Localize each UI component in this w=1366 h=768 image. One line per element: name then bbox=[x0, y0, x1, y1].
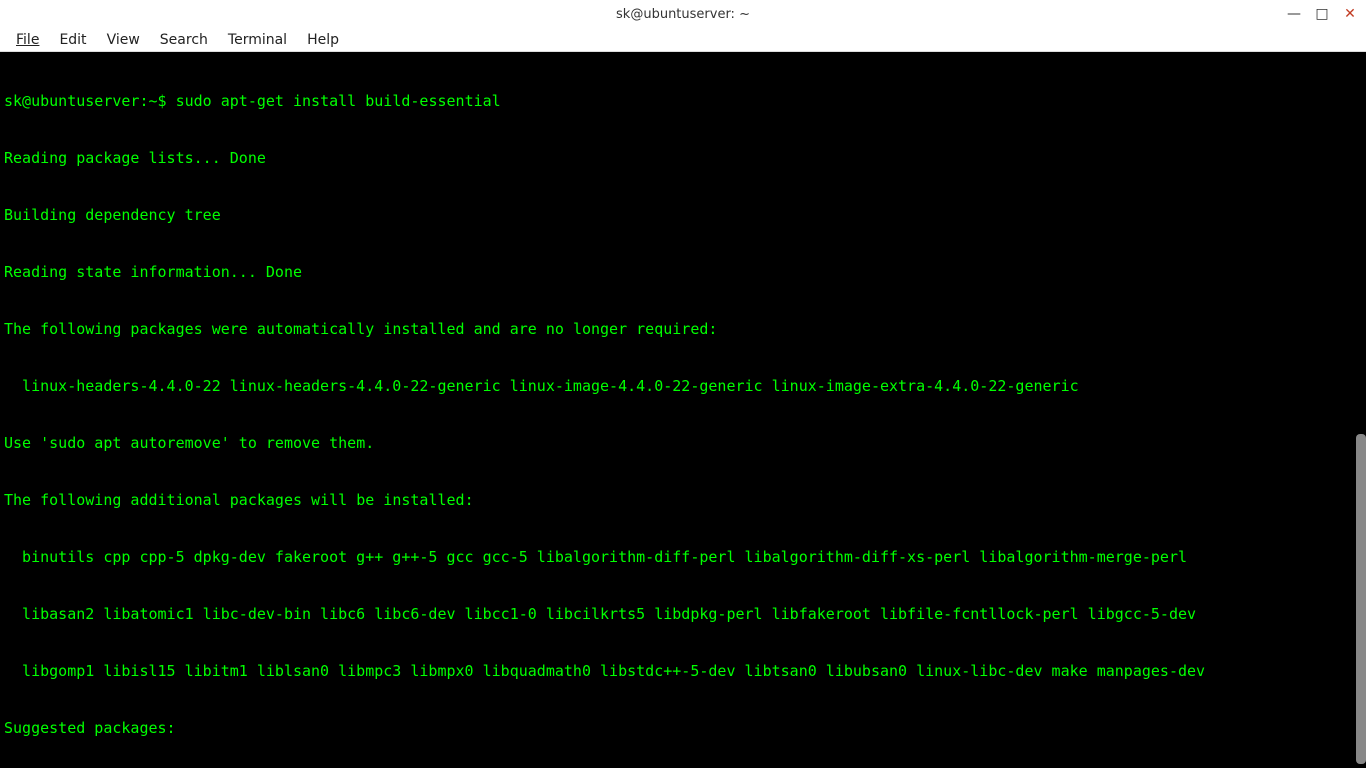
window-controls: — □ ✕ bbox=[1286, 0, 1358, 28]
close-icon[interactable]: ✕ bbox=[1342, 6, 1358, 22]
output-line: The following additional packages will b… bbox=[4, 491, 1362, 510]
prompt: sk@ubuntuserver:~$ bbox=[4, 92, 176, 110]
menu-search[interactable]: Search bbox=[152, 30, 216, 50]
titlebar: sk@ubuntuserver: ~ — □ ✕ bbox=[0, 0, 1366, 28]
terminal-view[interactable]: sk@ubuntuserver:~$ sudo apt-get install … bbox=[0, 52, 1366, 768]
scrollbar[interactable] bbox=[1352, 52, 1366, 768]
output-line: Suggested packages: bbox=[4, 719, 1362, 738]
prompt-line: sk@ubuntuserver:~$ sudo apt-get install … bbox=[4, 92, 1362, 111]
output-line: Reading state information... Done bbox=[4, 263, 1362, 282]
menu-file[interactable]: File bbox=[8, 30, 47, 50]
menubar: File Edit View Search Terminal Help bbox=[0, 28, 1366, 52]
minimize-icon[interactable]: — bbox=[1286, 6, 1302, 22]
output-line: Use 'sudo apt autoremove' to remove them… bbox=[4, 434, 1362, 453]
output-line: Building dependency tree bbox=[4, 206, 1362, 225]
output-line: libgomp1 libisl15 libitm1 liblsan0 libmp… bbox=[4, 662, 1362, 681]
menu-terminal[interactable]: Terminal bbox=[220, 30, 295, 50]
output-line: libasan2 libatomic1 libc-dev-bin libc6 l… bbox=[4, 605, 1362, 624]
maximize-icon[interactable]: □ bbox=[1314, 6, 1330, 22]
output-line: Reading package lists... Done bbox=[4, 149, 1362, 168]
output-line: The following packages were automaticall… bbox=[4, 320, 1362, 339]
menu-view[interactable]: View bbox=[99, 30, 148, 50]
output-line: binutils cpp cpp-5 dpkg-dev fakeroot g++… bbox=[4, 548, 1362, 567]
command: sudo apt-get install build-essential bbox=[176, 92, 501, 110]
output-line: linux-headers-4.4.0-22 linux-headers-4.4… bbox=[4, 377, 1362, 396]
menu-edit[interactable]: Edit bbox=[51, 30, 94, 50]
menu-help[interactable]: Help bbox=[299, 30, 347, 50]
scrollbar-thumb[interactable] bbox=[1356, 434, 1366, 764]
window-title: sk@ubuntuserver: ~ bbox=[616, 7, 750, 22]
